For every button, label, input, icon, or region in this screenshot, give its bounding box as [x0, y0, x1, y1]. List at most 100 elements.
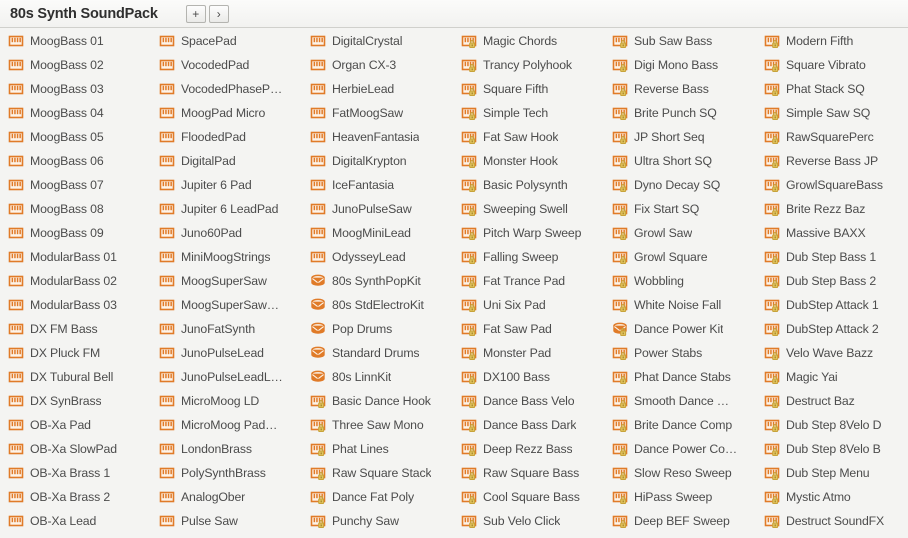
list-item[interactable]: Smooth Dance …: [612, 389, 756, 413]
list-item[interactable]: Destruct SoundFX: [764, 509, 908, 533]
list-item[interactable]: 80s LinnKit: [310, 365, 453, 389]
list-item[interactable]: HeavenFantasia: [310, 125, 453, 149]
list-item[interactable]: Organ CX-3: [310, 53, 453, 77]
list-item[interactable]: Growl Saw: [612, 221, 756, 245]
list-item[interactable]: MoogSuperSaw: [159, 269, 302, 293]
list-item[interactable]: MicroMoog Pad…: [159, 413, 302, 437]
list-item[interactable]: MoogBass 07: [8, 173, 151, 197]
list-item[interactable]: VocodedPad: [159, 53, 302, 77]
list-item[interactable]: Dub Step Bass 2: [764, 269, 908, 293]
list-item[interactable]: Jupiter 6 LeadPad: [159, 197, 302, 221]
list-item[interactable]: Juno60Pad: [159, 221, 302, 245]
list-item[interactable]: Phat Lines: [310, 437, 453, 461]
list-item[interactable]: HerbieLead: [310, 77, 453, 101]
list-item[interactable]: Mystic Atmo: [764, 485, 908, 509]
list-item[interactable]: Ultra Short SQ: [612, 149, 756, 173]
list-item[interactable]: SpacePad: [159, 29, 302, 53]
list-item[interactable]: Square Vibrato: [764, 53, 908, 77]
list-item[interactable]: Standard Drums: [310, 341, 453, 365]
list-item[interactable]: Basic Dance Hook: [310, 389, 453, 413]
list-item[interactable]: Sub Velo Click: [461, 509, 604, 533]
list-item[interactable]: FatMoogSaw: [310, 101, 453, 125]
list-item[interactable]: Pop Drums: [310, 317, 453, 341]
list-item[interactable]: 80s StdElectroKit: [310, 293, 453, 317]
list-item[interactable]: Punchy Saw: [310, 509, 453, 533]
list-item[interactable]: OdysseyLead: [310, 245, 453, 269]
list-item[interactable]: Dance Power Kit: [612, 317, 756, 341]
list-item[interactable]: Monster Hook: [461, 149, 604, 173]
list-item[interactable]: Brite Dance Comp: [612, 413, 756, 437]
list-item[interactable]: ModularBass 02: [8, 269, 151, 293]
list-item[interactable]: MoogBass 08: [8, 197, 151, 221]
list-item[interactable]: Fix Start SQ: [612, 197, 756, 221]
list-item[interactable]: RawSquarePerc: [764, 125, 908, 149]
list-item[interactable]: MoogBass 04: [8, 101, 151, 125]
list-item[interactable]: Phat Dance Stabs: [612, 365, 756, 389]
list-item[interactable]: DX SynBrass: [8, 389, 151, 413]
list-item[interactable]: Reverse Bass: [612, 77, 756, 101]
list-item[interactable]: Fat Saw Hook: [461, 125, 604, 149]
list-item[interactable]: MoogBass 02: [8, 53, 151, 77]
list-item[interactable]: Trancy Polyhook: [461, 53, 604, 77]
list-item[interactable]: Basic Polysynth: [461, 173, 604, 197]
list-item[interactable]: DX FM Bass: [8, 317, 151, 341]
list-item[interactable]: DubStep Attack 2: [764, 317, 908, 341]
list-item[interactable]: Velo Wave Bazz: [764, 341, 908, 365]
list-item[interactable]: Fat Trance Pad: [461, 269, 604, 293]
list-item[interactable]: Magic Chords: [461, 29, 604, 53]
list-item[interactable]: MiniMoogStrings: [159, 245, 302, 269]
list-item[interactable]: Modern Fifth: [764, 29, 908, 53]
list-item[interactable]: Dance Power Co…: [612, 437, 756, 461]
list-item[interactable]: Raw Square Stack: [310, 461, 453, 485]
list-item[interactable]: Power Stabs: [612, 341, 756, 365]
list-item[interactable]: JunoPulseSaw: [310, 197, 453, 221]
list-item[interactable]: FloodedPad: [159, 125, 302, 149]
list-item[interactable]: Dub Step 8Velo B: [764, 437, 908, 461]
list-item[interactable]: MoogSuperSaw…: [159, 293, 302, 317]
list-item[interactable]: DigitalCrystal: [310, 29, 453, 53]
list-item[interactable]: Fat Saw Pad: [461, 317, 604, 341]
list-item[interactable]: Brite Rezz Baz: [764, 197, 908, 221]
list-item[interactable]: VocodedPhaseP…: [159, 77, 302, 101]
list-item[interactable]: Cool Square Bass: [461, 485, 604, 509]
list-item[interactable]: Raw Square Bass: [461, 461, 604, 485]
list-item[interactable]: MoogBass 09: [8, 221, 151, 245]
list-item[interactable]: Dub Step Menu: [764, 461, 908, 485]
list-item[interactable]: MoogPad Micro: [159, 101, 302, 125]
list-item[interactable]: Slow Reso Sweep: [612, 461, 756, 485]
list-item[interactable]: Uni Six Pad: [461, 293, 604, 317]
list-item[interactable]: ModularBass 03: [8, 293, 151, 317]
list-item[interactable]: Dance Bass Dark: [461, 413, 604, 437]
list-item[interactable]: Simple Saw SQ: [764, 101, 908, 125]
list-item[interactable]: OB-Xa Pad: [8, 413, 151, 437]
list-item[interactable]: Dub Step Bass 1: [764, 245, 908, 269]
list-item[interactable]: Sweeping Swell: [461, 197, 604, 221]
list-item[interactable]: JunoPulseLead: [159, 341, 302, 365]
add-button[interactable]: +: [185, 4, 206, 23]
list-item[interactable]: Pitch Warp Sweep: [461, 221, 604, 245]
list-item[interactable]: Three Saw Mono: [310, 413, 453, 437]
list-item[interactable]: DigitalPad: [159, 149, 302, 173]
list-item[interactable]: Phat Stack SQ: [764, 77, 908, 101]
list-item[interactable]: JP Short Seq: [612, 125, 756, 149]
list-item[interactable]: Magic Yai: [764, 365, 908, 389]
list-item[interactable]: DigitalKrypton: [310, 149, 453, 173]
list-item[interactable]: JunoPulseLeadL…: [159, 365, 302, 389]
list-item[interactable]: JunoFatSynth: [159, 317, 302, 341]
list-item[interactable]: IceFantasia: [310, 173, 453, 197]
list-item[interactable]: Massive BAXX: [764, 221, 908, 245]
list-item[interactable]: MoogBass 06: [8, 149, 151, 173]
list-item[interactable]: AnalogOber: [159, 485, 302, 509]
list-item[interactable]: MoogBass 01: [8, 29, 151, 53]
list-item[interactable]: GrowlSquareBass: [764, 173, 908, 197]
list-item[interactable]: OB-Xa SlowPad: [8, 437, 151, 461]
list-item[interactable]: ModularBass 01: [8, 245, 151, 269]
list-item[interactable]: Monster Pad: [461, 341, 604, 365]
list-item[interactable]: MicroMoog LD: [159, 389, 302, 413]
list-item[interactable]: DX100 Bass: [461, 365, 604, 389]
list-item[interactable]: MoogBass 03: [8, 77, 151, 101]
list-item[interactable]: Square Fifth: [461, 77, 604, 101]
list-item[interactable]: Deep Rezz Bass: [461, 437, 604, 461]
list-item[interactable]: LondonBrass: [159, 437, 302, 461]
list-item[interactable]: Destruct Baz: [764, 389, 908, 413]
